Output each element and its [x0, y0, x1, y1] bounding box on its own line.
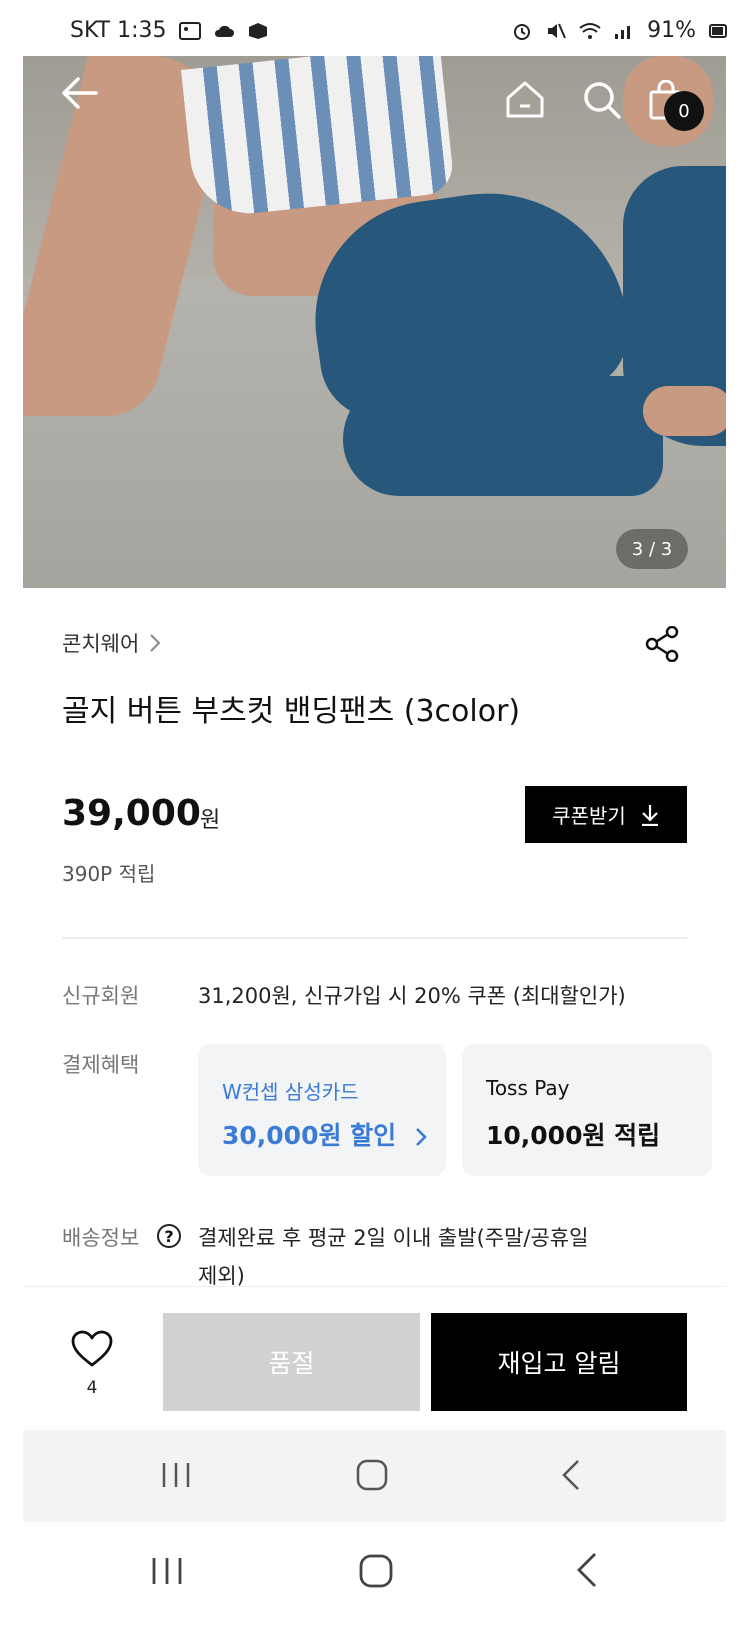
- home-button-icon[interactable]: [359, 1554, 393, 1588]
- card-benefit-text: 30,000원 할인: [222, 1121, 397, 1150]
- card-name: Toss Pay: [486, 1076, 570, 1100]
- share-icon[interactable]: [645, 626, 681, 662]
- recent-apps-icon[interactable]: [150, 1556, 184, 1586]
- price-unit: 원: [200, 808, 221, 833]
- card-name: W컨셉 삼성카드: [222, 1080, 359, 1104]
- box-icon: [248, 22, 267, 39]
- back-button-icon[interactable]: [560, 1459, 582, 1491]
- shipping-label: 배송정보: [62, 1226, 140, 1250]
- signal-icon: [615, 25, 631, 39]
- carrier-time: SKT 1:35: [70, 18, 167, 43]
- coupon-button-label: 쿠폰받기: [552, 804, 626, 828]
- image-counter: 3 / 3: [616, 529, 688, 569]
- alarm-icon: [514, 23, 531, 40]
- samsung-card-benefit[interactable]: W컨셉 삼성카드 30,000원 할인: [198, 1044, 446, 1176]
- battery-icon: [709, 23, 727, 38]
- photo-foot: [643, 386, 726, 436]
- product-title: 골지 버튼 부츠컷 밴딩팬츠 (3color): [62, 694, 521, 729]
- mute-icon: [548, 23, 567, 38]
- card-benefit: 10,000원 적립: [486, 1121, 661, 1150]
- shipping-line-1: 결제완료 후 평균 2일 이내 출발(주말/공휴일: [198, 1226, 589, 1250]
- brand-link[interactable]: 콘치웨어: [62, 628, 161, 658]
- like-count: 4: [86, 1378, 98, 1398]
- chevron-right-icon: [150, 634, 161, 652]
- photo-pants-lower: [343, 376, 663, 496]
- status-right: 91%: [511, 18, 730, 43]
- back-arrow-icon[interactable]: [60, 76, 98, 110]
- restock-alert-button[interactable]: 재입고 알림: [431, 1313, 687, 1411]
- recent-apps-icon[interactable]: [160, 1461, 192, 1489]
- status-bar: SKT 1:35 91%: [0, 0, 750, 56]
- cloud-icon: [214, 25, 234, 37]
- battery-level: 91%: [647, 18, 696, 43]
- home-icon[interactable]: [505, 80, 545, 118]
- home-button-icon[interactable]: [356, 1459, 388, 1491]
- chevron-right-icon: [416, 1128, 427, 1146]
- status-left: SKT 1:35: [70, 18, 269, 43]
- gallery-icon: [178, 21, 201, 40]
- divider: [62, 937, 687, 939]
- card-benefit: 30,000원 할인: [222, 1116, 427, 1152]
- new-member-label: 신규회원: [62, 984, 140, 1008]
- wifi-icon: [579, 22, 601, 39]
- heart-icon[interactable]: [70, 1330, 114, 1368]
- payment-benefit-label: 결제혜택: [62, 1053, 140, 1077]
- soldout-button[interactable]: 품절: [163, 1313, 420, 1411]
- help-icon[interactable]: ?: [157, 1224, 181, 1248]
- points-earned: 390P 적립: [62, 862, 156, 886]
- back-button-icon[interactable]: [575, 1552, 599, 1588]
- brand-name: 콘치웨어: [62, 632, 140, 656]
- search-icon[interactable]: [582, 80, 622, 120]
- new-member-value: 31,200원, 신규가입 시 20% 쿠폰 (최대할인가): [198, 984, 626, 1008]
- get-coupon-button[interactable]: 쿠폰받기: [525, 786, 687, 843]
- cart-count-badge: 0: [664, 91, 704, 131]
- download-icon: [641, 804, 658, 826]
- photo-striped-top: [180, 56, 456, 220]
- product-image[interactable]: [23, 56, 726, 588]
- toss-pay-benefit[interactable]: Toss Pay 10,000원 적립: [462, 1044, 712, 1176]
- product-price: 39,000: [62, 793, 201, 834]
